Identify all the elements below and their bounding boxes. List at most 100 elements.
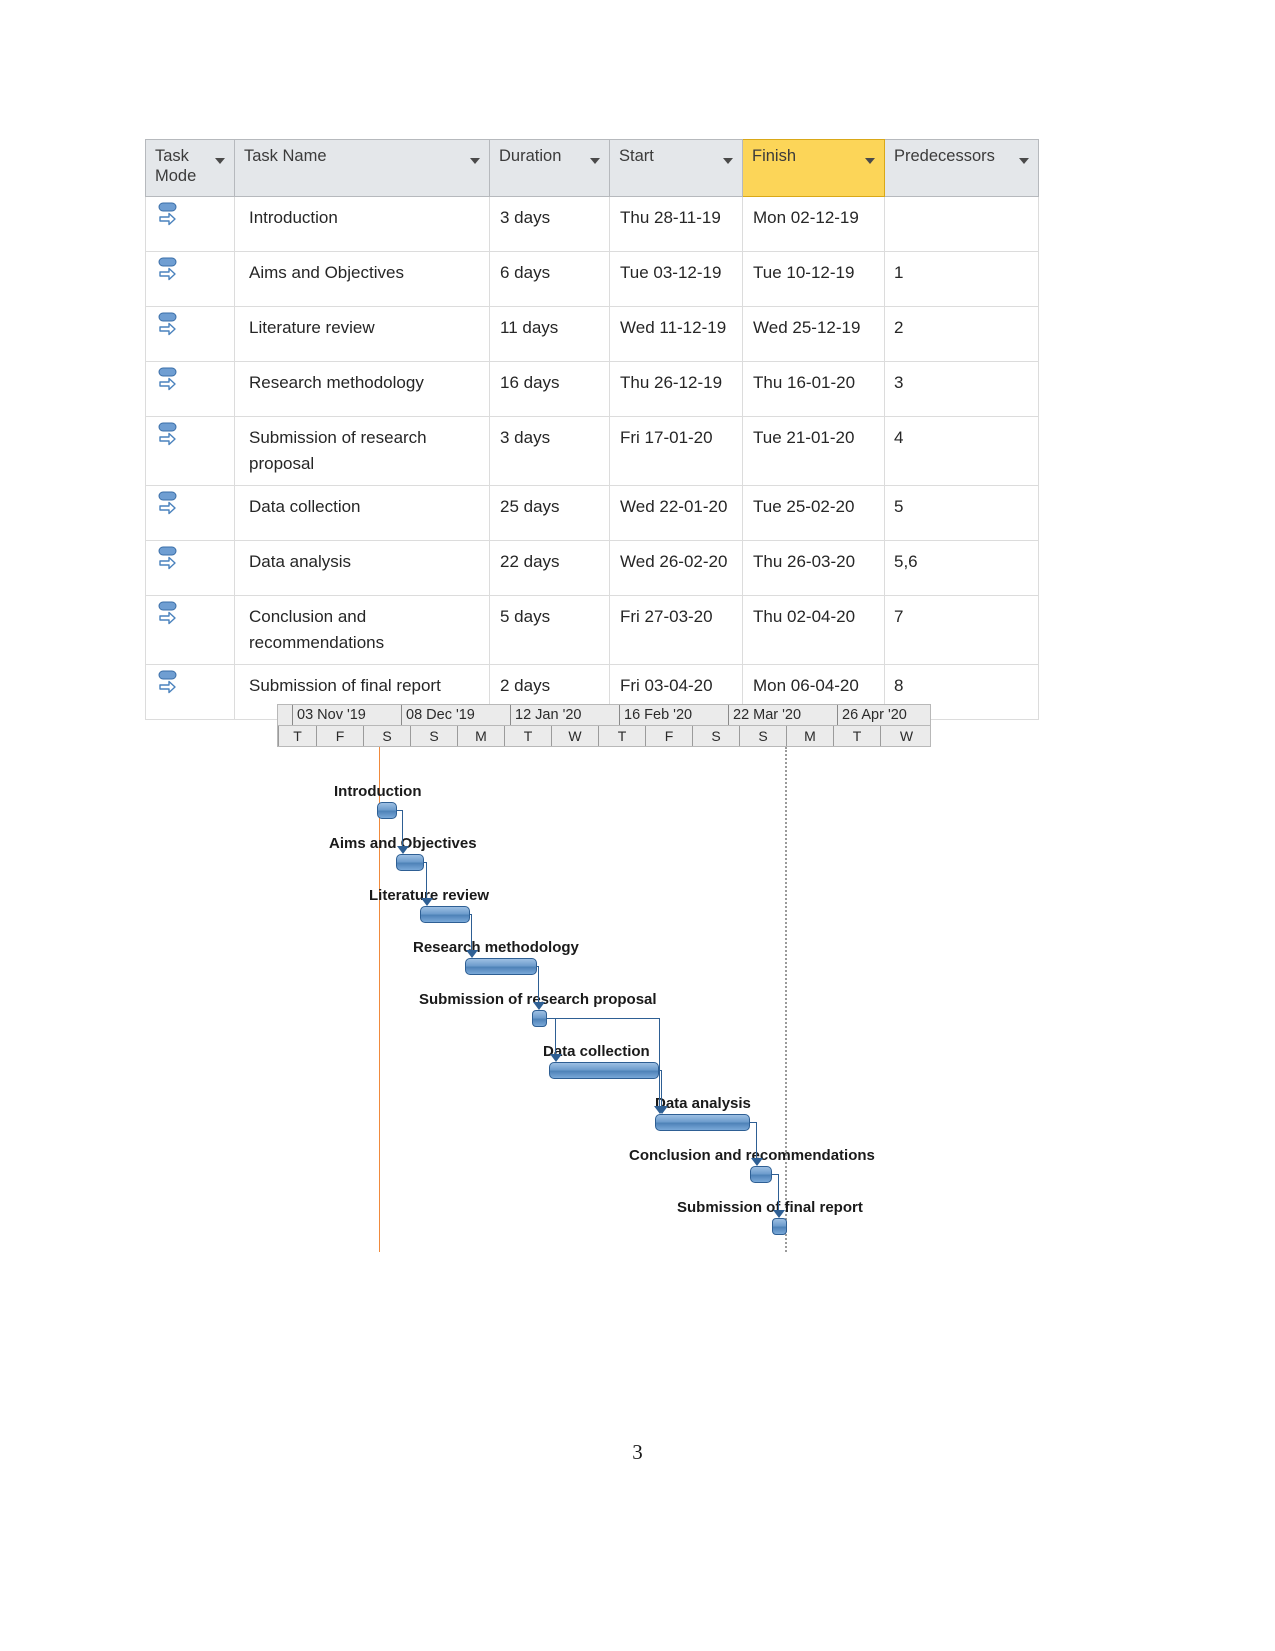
dependency-link (756, 1122, 757, 1160)
cell-duration[interactable]: 25 days (489, 485, 610, 541)
cell-start[interactable]: Fri 27-03-20 (609, 595, 743, 665)
auto-schedule-icon (158, 366, 184, 396)
table-body: Introduction 3 days Thu 28-11-19 Mon 02-12-… (145, 196, 1039, 720)
table-row[interactable]: Data collection 25 days Wed 22-01-20 Tue 25… (145, 485, 1039, 541)
cell-duration[interactable]: 11 days (489, 306, 610, 362)
cell-predecessors[interactable]: 7 (884, 595, 1039, 665)
chevron-down-icon[interactable] (865, 158, 875, 164)
cell-start[interactable]: Tue 03-12-19 (609, 251, 743, 307)
cell-duration[interactable]: 22 days (489, 540, 610, 596)
cell-start[interactable]: Wed 11-12-19 (609, 306, 743, 362)
cell-duration[interactable]: 6 days (489, 251, 610, 307)
cell-start[interactable]: Thu 26-12-19 (609, 361, 743, 417)
table-row[interactable]: Literature review 11 days Wed 11-12-19 Wed … (145, 306, 1039, 362)
page-number: 3 (632, 1440, 643, 1464)
table-row[interactable]: Submission of research proposal 3 days Fri… (145, 416, 1039, 486)
chevron-down-icon[interactable] (590, 158, 600, 164)
cell-task-mode[interactable] (145, 595, 235, 665)
cell-task-mode[interactable] (145, 416, 235, 486)
cell-task-name[interactable]: Literature review (234, 306, 490, 362)
cell-task-name[interactable]: Submission of research proposal (234, 416, 490, 486)
column-header-label: Predecessors (894, 147, 995, 165)
cell-task-mode[interactable] (145, 251, 235, 307)
cell-duration[interactable]: 3 days (489, 196, 610, 252)
cell-start[interactable]: Wed 22-01-20 (609, 485, 743, 541)
cell-start[interactable]: Fri 17-01-20 (609, 416, 743, 486)
cell-start[interactable]: Thu 28-11-19 (609, 196, 743, 252)
cell-finish[interactable]: Thu 16-01-20 (742, 361, 885, 417)
table-row[interactable]: Research methodology 16 days Thu 26-12-19 T… (145, 361, 1039, 417)
cell-start[interactable]: Wed 26-02-20 (609, 540, 743, 596)
cell-predecessors[interactable]: 1 (884, 251, 1039, 307)
column-header-start[interactable]: Start (609, 139, 743, 197)
dependency-link (659, 1018, 660, 1108)
table-row[interactable]: Data analysis 22 days Wed 26-02-20 Thu 26-0… (145, 540, 1039, 596)
cell-task-mode[interactable] (145, 306, 235, 362)
cell-finish[interactable]: Tue 10-12-19 (742, 251, 885, 307)
column-header-finish[interactable]: Finish (742, 139, 885, 197)
cell-task-name[interactable]: Aims and Objectives (234, 251, 490, 307)
gantt-bar[interactable] (772, 1218, 787, 1235)
dependency-link (661, 1070, 662, 1108)
cell-duration[interactable]: 5 days (489, 595, 610, 665)
gantt-bar[interactable] (377, 802, 397, 819)
column-header-label: Start (619, 147, 654, 165)
cell-task-name[interactable]: Data analysis (234, 540, 490, 596)
cell-predecessors[interactable]: 5 (884, 485, 1039, 541)
chevron-down-icon[interactable] (470, 158, 480, 164)
cell-task-name[interactable]: Conclusion and recommendations (234, 595, 490, 665)
gantt-bar[interactable] (750, 1166, 772, 1183)
column-header-task-mode[interactable]: Task Mode (145, 139, 235, 197)
column-header-duration[interactable]: Duration (489, 139, 610, 197)
cell-task-name[interactable]: Data collection (234, 485, 490, 541)
timeline-day-label: T (598, 726, 645, 746)
cell-finish[interactable]: Thu 02-04-20 (742, 595, 885, 665)
status-date-line (785, 747, 787, 1252)
cell-predecessors[interactable]: 4 (884, 416, 1039, 486)
table-row[interactable]: Conclusion and recommendations 5 days Fri … (145, 595, 1039, 665)
gantt-bar[interactable] (549, 1062, 659, 1079)
gantt-bar[interactable] (465, 958, 537, 975)
table-header-row: Task Mode Task Name Duration Start Finis… (145, 139, 1039, 197)
timeline-day-label: M (457, 726, 504, 746)
timeline-day-label: S (692, 726, 739, 746)
gantt-bar[interactable] (655, 1114, 750, 1131)
cell-task-mode[interactable] (145, 196, 235, 252)
cell-predecessors[interactable]: 5,6 (884, 540, 1039, 596)
dependency-arrow-icon (550, 1054, 562, 1062)
chevron-down-icon[interactable] (723, 158, 733, 164)
timeline-day-label: M (786, 726, 833, 746)
cell-task-mode[interactable] (145, 485, 235, 541)
gantt-plot-area: Introduction Aims and Objectives Literatur… (277, 747, 931, 1252)
table-row[interactable]: Introduction 3 days Thu 28-11-19 Mon 02-12-… (145, 196, 1039, 252)
chevron-down-icon[interactable] (215, 158, 225, 164)
cell-task-mode[interactable] (145, 540, 235, 596)
cell-predecessors[interactable]: 3 (884, 361, 1039, 417)
column-header-task-name[interactable]: Task Name (234, 139, 490, 197)
cell-finish[interactable]: Wed 25-12-19 (742, 306, 885, 362)
cell-task-mode[interactable] (145, 361, 235, 417)
timeline-week-label: 16 Feb '20 (619, 705, 728, 725)
cell-predecessors[interactable] (884, 196, 1039, 252)
gantt-bar[interactable] (396, 854, 424, 871)
column-header-label: Task Name (244, 147, 327, 165)
cell-finish[interactable]: Thu 26-03-20 (742, 540, 885, 596)
today-line (379, 747, 380, 1252)
table-row[interactable]: Aims and Objectives 6 days Tue 03-12-19 Tue… (145, 251, 1039, 307)
cell-duration[interactable]: 16 days (489, 361, 610, 417)
cell-task-mode[interactable] (145, 664, 235, 720)
dependency-arrow-icon (751, 1158, 763, 1166)
cell-finish[interactable]: Tue 25-02-20 (742, 485, 885, 541)
column-header-predecessors[interactable]: Predecessors (884, 139, 1039, 197)
chevron-down-icon[interactable] (1019, 158, 1029, 164)
cell-finish[interactable]: Tue 21-01-20 (742, 416, 885, 486)
gantt-bar[interactable] (420, 906, 470, 923)
auto-schedule-icon (158, 490, 184, 520)
gantt-bar-label: Data analysis (655, 1095, 751, 1112)
cell-duration[interactable]: 3 days (489, 416, 610, 486)
gantt-bar[interactable] (532, 1010, 547, 1027)
cell-finish[interactable]: Mon 02-12-19 (742, 196, 885, 252)
cell-predecessors[interactable]: 2 (884, 306, 1039, 362)
cell-task-name[interactable]: Introduction (234, 196, 490, 252)
cell-task-name[interactable]: Research methodology (234, 361, 490, 417)
